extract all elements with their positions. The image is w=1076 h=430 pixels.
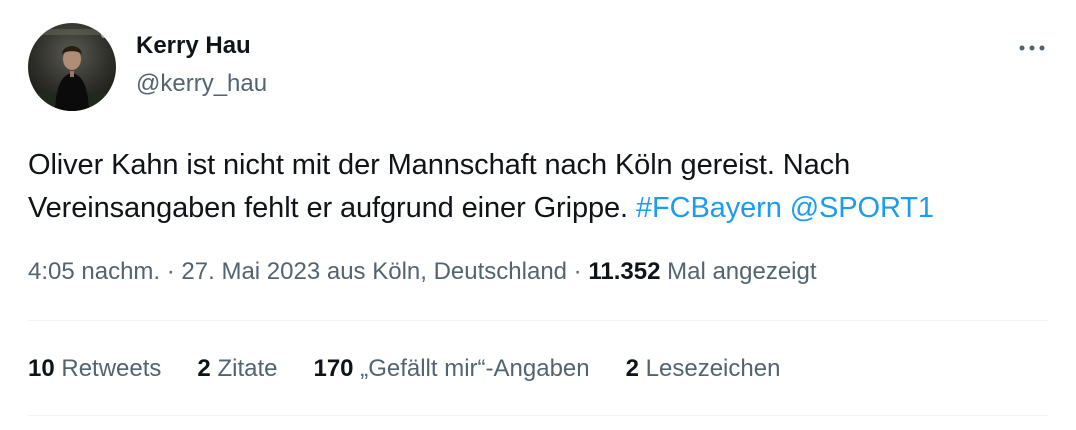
- profile-photo-icon: [28, 23, 116, 111]
- retweets-count: 10: [28, 355, 55, 382]
- tweet-meta: 4:05 nachm. · 27. Mai 2023 aus Köln, Deu…: [28, 256, 817, 288]
- bookmarks-count: 2: [625, 355, 639, 382]
- quotes-stat[interactable]: 2 Zitate: [197, 353, 277, 385]
- engagement-stats: 10 Retweets 2 Zitate 170 „Gefällt mir“-A…: [28, 353, 780, 385]
- avatar[interactable]: [28, 23, 116, 111]
- tweet-card: Kerry Hau @kerry_hau Oliver Kahn ist nic…: [0, 0, 1076, 430]
- divider: [28, 415, 1048, 416]
- bookmarks-stat[interactable]: 2 Lesezeichen: [626, 353, 781, 385]
- tweet-text-line1: Oliver Kahn ist nicht mit der Mannschaft…: [28, 149, 851, 181]
- retweets-stat[interactable]: 10 Retweets: [28, 353, 161, 385]
- more-horizontal-icon: [1019, 45, 1045, 51]
- tweet-text: Oliver Kahn ist nicht mit der Mannschaft…: [28, 144, 1038, 230]
- views-label: Mal angezeigt: [660, 258, 817, 285]
- divider: [28, 320, 1048, 321]
- author-block: Kerry Hau @kerry_hau: [136, 30, 267, 100]
- quotes-count: 2: [197, 355, 211, 382]
- meta-separator: ·: [160, 258, 182, 285]
- mention-link[interactable]: @SPORT1: [790, 192, 934, 224]
- tweet-text-line2: Vereinsangaben fehlt er aufgrund einer G…: [28, 192, 628, 224]
- author-display-name[interactable]: Kerry Hau: [136, 30, 267, 62]
- retweets-label: Retweets: [54, 355, 162, 382]
- quotes-label: Zitate: [210, 355, 278, 382]
- author-handle[interactable]: @kerry_hau: [136, 68, 267, 100]
- meta-separator: ·: [567, 258, 589, 285]
- bookmarks-label: Lesezeichen: [638, 355, 781, 382]
- likes-stat[interactable]: 170 „Gefällt mir“-Angaben: [313, 353, 589, 385]
- tweet-time[interactable]: 4:05 nachm.: [28, 258, 160, 285]
- tweet-date[interactable]: 27. Mai 2023: [181, 258, 320, 285]
- tweet-location: aus Köln, Deutschland: [320, 258, 568, 285]
- views-count: 11.352: [588, 258, 661, 285]
- more-options-button[interactable]: [1014, 34, 1050, 62]
- likes-label: „Gefällt mir“-Angaben: [353, 355, 590, 382]
- hashtag-link[interactable]: #FCBayern: [636, 192, 782, 224]
- likes-count: 170: [313, 355, 354, 382]
